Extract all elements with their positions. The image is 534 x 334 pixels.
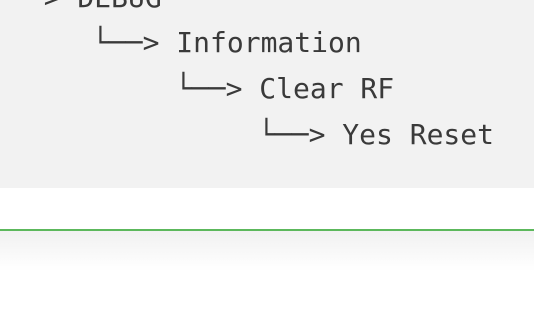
menu-path-line-information: └──> Information — [92, 26, 362, 59]
code-block: ──> DEBUG └──> Information └──> Clear RF… — [0, 0, 534, 188]
menu-path-line-debug: ──> DEBUG — [10, 0, 162, 12]
menu-path-line-clear-rf: └──> Clear RF — [175, 72, 395, 105]
menu-path-line-yes-reset: └──> Yes Reset — [258, 118, 495, 151]
divider-shadow — [0, 231, 534, 271]
